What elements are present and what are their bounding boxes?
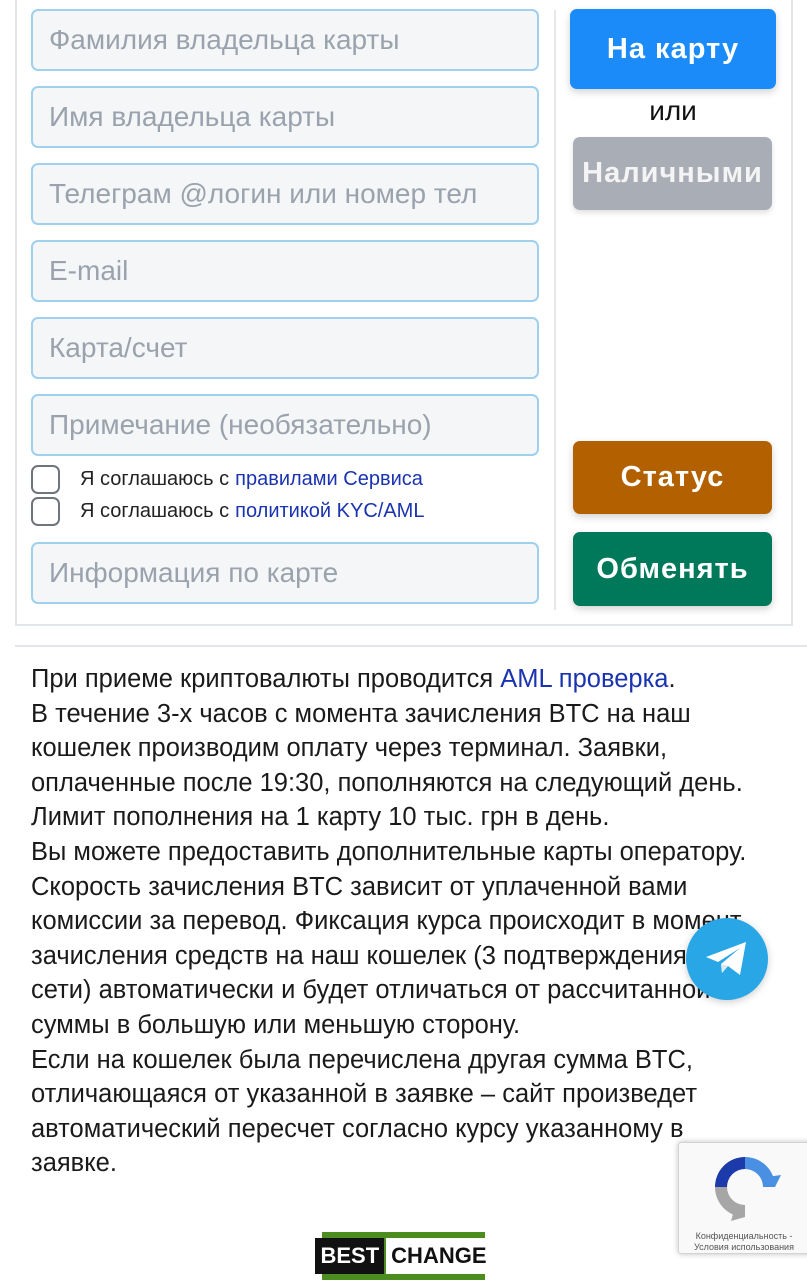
agree-rules-label: Я соглашаюсь с — [80, 467, 230, 490]
info-line: комиссии за перевод. Фиксация курса прои… — [31, 907, 742, 936]
recaptcha-terms-link[interactable]: Условия использования — [683, 1242, 805, 1253]
agree-rules-checkbox[interactable] — [31, 464, 60, 494]
note-input[interactable]: Примечание (необязательно) — [31, 394, 539, 456]
info-line: кошелек производим оплату через терминал… — [31, 734, 668, 763]
kyc-aml-policy-link[interactable]: политикой KYC/AML — [235, 500, 424, 523]
or-separator-label: или — [649, 95, 697, 126]
info-line: Скорость зачисления BTC зависит от уплач… — [31, 872, 688, 901]
recaptcha-badge[interactable]: Конфиденциальность - Условия использован… — [678, 1142, 807, 1254]
recaptcha-links: Конфиденциальность - Условия использован… — [683, 1231, 805, 1253]
info-line: Если на кошелек была перечислена другая … — [31, 1045, 693, 1074]
telegram-icon — [706, 942, 746, 975]
aml-check-link[interactable]: AML проверка — [500, 665, 668, 693]
info-line: Вы можете предоставить дополнительные ка… — [31, 837, 747, 866]
card-info-input[interactable]: Информация по карте — [31, 542, 539, 604]
agree-kyc-label: Я соглашаюсь с — [80, 499, 230, 522]
bestchange-banner[interactable]: BEST CHANGE — [315, 1232, 492, 1280]
bestchange-logo: BEST CHANGE — [315, 1238, 492, 1274]
telegram-or-phone-input[interactable]: Телеграм @логин или номер тел — [31, 163, 539, 225]
agree-kyc-row: Я соглашаюсь с политикой KYC/AML — [31, 496, 424, 526]
info-line: отличающаяся от указанной в заявке – сай… — [31, 1080, 698, 1109]
info-line: сети) автоматически и будет отличаться о… — [31, 976, 711, 1005]
info-line: Лимит пополнения на 1 карту 10 тыс. грн … — [31, 803, 610, 832]
agree-kyc-checkbox[interactable] — [31, 496, 60, 526]
bestchange-change-text: CHANGE — [386, 1238, 492, 1274]
card-owner-name-input[interactable]: Имя владельца карты — [31, 86, 539, 148]
cash-button[interactable]: Наличными — [573, 137, 772, 210]
card-owner-surname-input[interactable]: Фамилия владельца карты — [31, 9, 539, 71]
agree-rules-row: Я соглашаюсь с правилами Сервиса — [31, 464, 423, 494]
info-aml-end: . — [668, 665, 676, 693]
info-line: В течение 3-х часов с момента зачисления… — [31, 699, 691, 728]
status-button[interactable]: Статус — [573, 441, 772, 514]
info-line-aml: При приеме криптовалюты проводится AML п… — [31, 662, 801, 697]
bestchange-best-text: BEST — [315, 1238, 385, 1274]
section-divider — [15, 645, 807, 647]
info-line: оплаченные после 19:30, пополняются на с… — [31, 768, 743, 797]
info-line: суммы в большую или меньшую сторону. — [31, 1010, 521, 1039]
service-rules-link[interactable]: правилами Сервиса — [235, 468, 423, 491]
form-divider — [554, 10, 556, 610]
recaptcha-icon — [715, 1157, 781, 1221]
exchange-button[interactable]: Обменять — [573, 532, 772, 606]
telegram-chat-button[interactable] — [686, 918, 768, 1000]
email-input[interactable]: E-mail — [31, 240, 539, 302]
exchange-info-text: При приеме криптовалюты проводится AML п… — [31, 662, 801, 1181]
recaptcha-privacy-link[interactable]: Конфиденциальность - — [683, 1231, 805, 1242]
to-card-button[interactable]: На карту — [570, 9, 776, 89]
info-aml-text: При приеме криптовалюты проводится — [31, 665, 501, 693]
card-account-input[interactable]: Карта/счет — [31, 317, 539, 379]
